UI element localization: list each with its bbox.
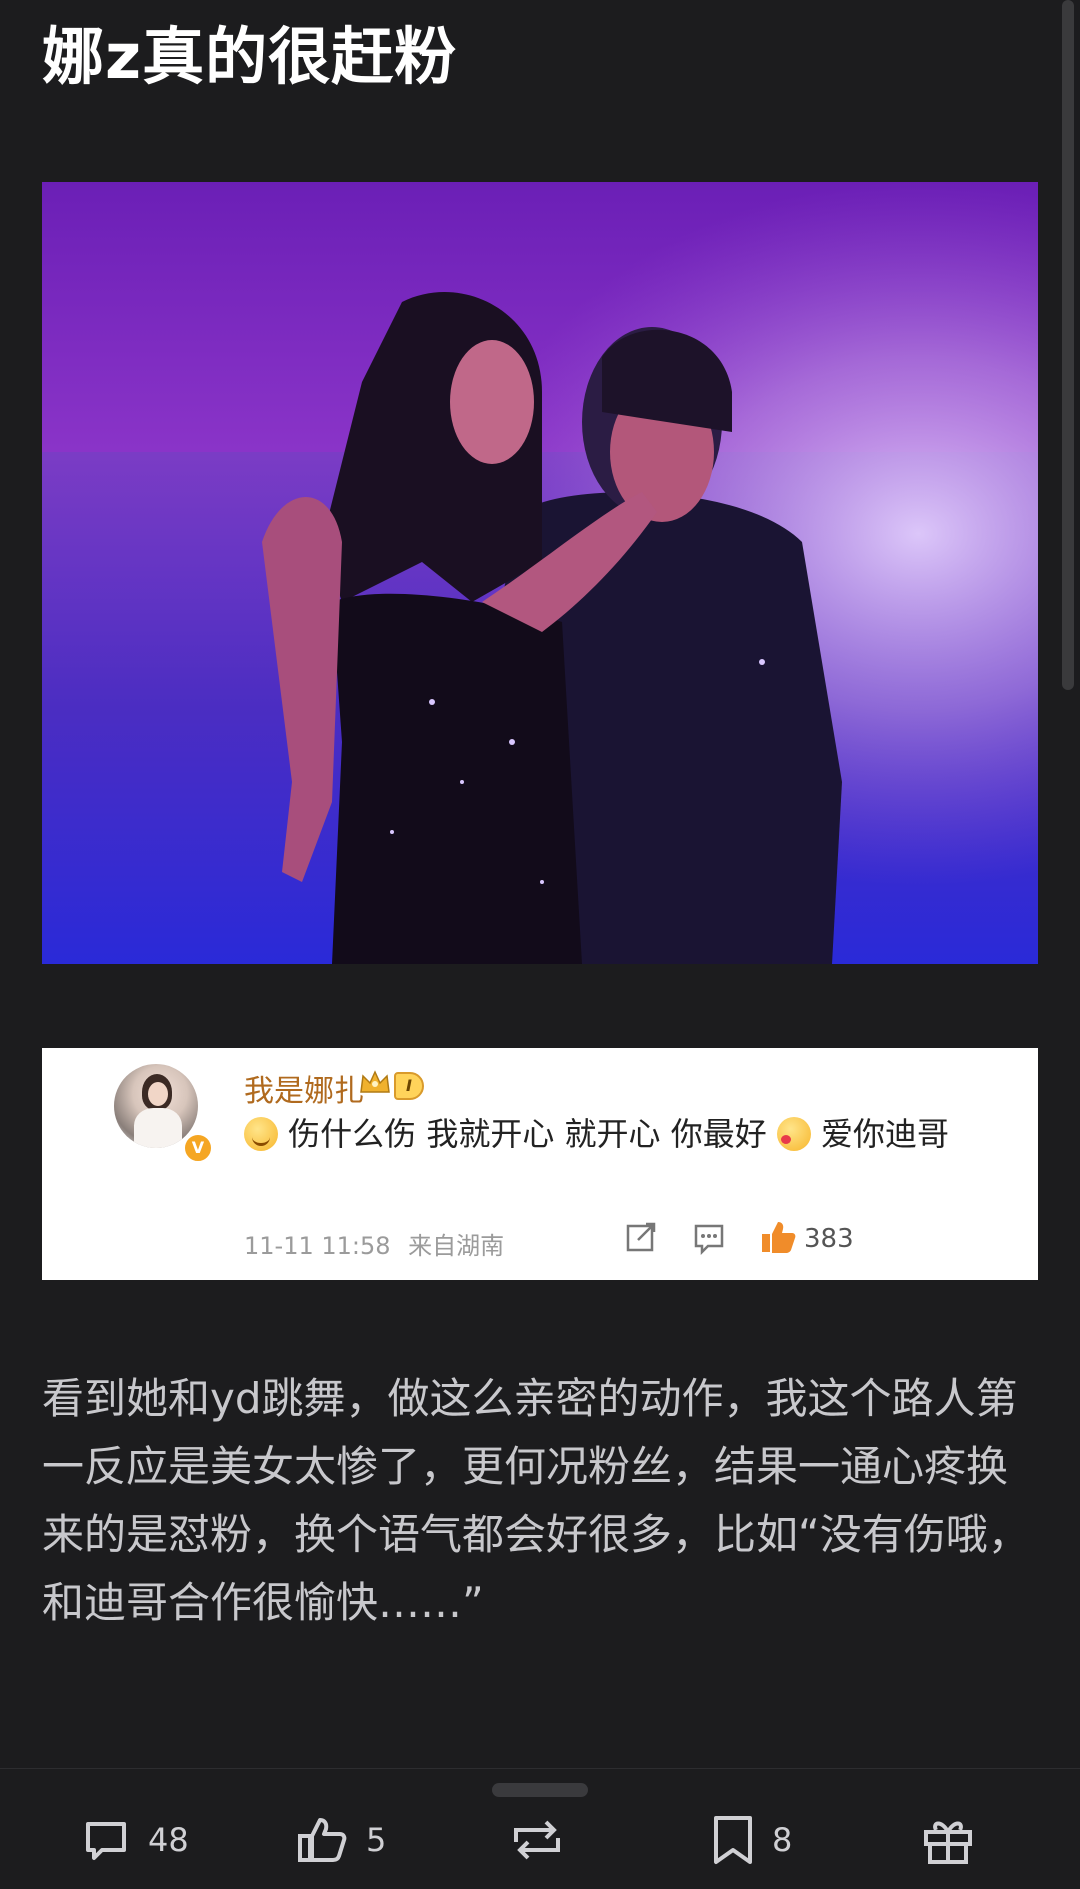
comment-time: 11-11 11:58 xyxy=(244,1232,391,1260)
kiss-emoji-icon xyxy=(776,1117,811,1151)
comment-like-count: 383 xyxy=(804,1224,854,1254)
comments-button[interactable]: 48 xyxy=(80,1812,189,1868)
bookmark-icon xyxy=(714,1816,752,1864)
avatar[interactable] xyxy=(114,1064,198,1148)
post-title: 娜z真的很赶粉 xyxy=(42,20,458,93)
gift-icon xyxy=(924,1821,972,1864)
scrollbar[interactable] xyxy=(1062,0,1074,690)
comment-meta: 11-11 11:58 来自湖南 xyxy=(244,1226,504,1261)
repost-icon xyxy=(514,1820,560,1860)
gift-button[interactable] xyxy=(920,1812,976,1868)
verified-badge: V xyxy=(182,1132,214,1164)
home-indicator xyxy=(492,1783,588,1797)
dance-photo xyxy=(42,182,1038,964)
likes-count: 5 xyxy=(366,1821,387,1859)
comment-text-part2: 爱你迪哥 xyxy=(821,1115,950,1153)
crown-icon xyxy=(360,1070,390,1093)
comments-count: 48 xyxy=(148,1821,189,1859)
level-badge: I xyxy=(394,1072,424,1100)
thumbs-up-outline-icon xyxy=(298,1818,347,1862)
comment-text: 伤什么伤 我就开心 就开心 你最好 爱你迪哥 xyxy=(244,1110,964,1158)
smiling-emoji-icon xyxy=(244,1117,278,1151)
like-button[interactable]: 5 xyxy=(294,1812,386,1868)
post-image[interactable] xyxy=(42,182,1038,964)
comment-bubble-icon xyxy=(86,1822,126,1860)
thumbs-up-icon[interactable] xyxy=(758,1216,798,1256)
favorites-count: 8 xyxy=(772,1821,793,1859)
post-body: 看到她和yd跳舞，做这么亲密的动作，我这个路人第一反应是美女太惨了，更何况粉丝，… xyxy=(42,1374,1030,1627)
share-icon[interactable] xyxy=(624,1216,658,1256)
repost-button[interactable] xyxy=(506,1812,568,1868)
comment-location: 来自湖南 xyxy=(408,1232,505,1260)
favorite-button[interactable]: 8 xyxy=(710,1812,792,1868)
comment-username[interactable]: 我是娜扎 xyxy=(244,1066,364,1110)
comment-text-part1: 伤什么伤 我就开心 就开心 你最好 xyxy=(288,1115,767,1153)
embedded-comment-card: V 我是娜扎 I 伤什么伤 我就开心 就开心 你最好 爱你迪哥 11-11 11… xyxy=(42,1048,1038,1280)
comment-icon[interactable] xyxy=(692,1216,726,1256)
